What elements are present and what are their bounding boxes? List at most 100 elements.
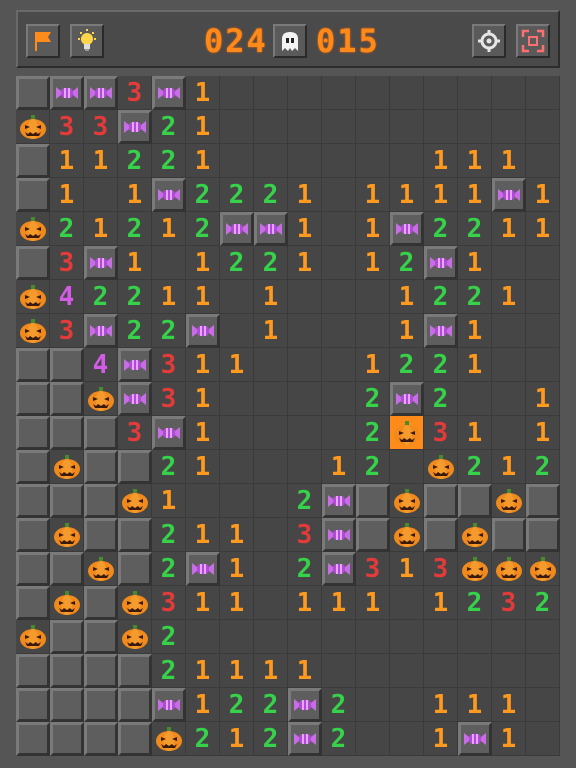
number-tile[interactable]: 1 xyxy=(152,280,186,314)
pumpkin-tile[interactable] xyxy=(16,314,50,348)
number-tile[interactable]: 2 xyxy=(424,382,458,416)
empty-tile[interactable] xyxy=(526,110,560,144)
fullscreen-button[interactable] xyxy=(516,24,550,58)
empty-tile[interactable] xyxy=(492,416,526,450)
number-tile[interactable]: 1 xyxy=(186,280,220,314)
empty-tile[interactable] xyxy=(390,688,424,722)
number-tile[interactable]: 1 xyxy=(186,518,220,552)
empty-tile[interactable] xyxy=(288,144,322,178)
number-tile[interactable]: 1 xyxy=(458,416,492,450)
empty-tile[interactable] xyxy=(356,654,390,688)
number-tile[interactable]: 1 xyxy=(254,654,288,688)
empty-tile[interactable] xyxy=(288,416,322,450)
covered-tile[interactable] xyxy=(118,450,152,484)
number-tile[interactable]: 2 xyxy=(152,552,186,586)
covered-tile[interactable] xyxy=(16,484,50,518)
number-tile[interactable]: 3 xyxy=(152,348,186,382)
number-tile[interactable]: 3 xyxy=(50,110,84,144)
pumpkin-tile[interactable] xyxy=(16,620,50,654)
empty-tile[interactable] xyxy=(220,484,254,518)
empty-tile[interactable] xyxy=(254,484,288,518)
number-tile[interactable]: 2 xyxy=(390,246,424,280)
empty-tile[interactable] xyxy=(526,314,560,348)
empty-tile[interactable] xyxy=(254,620,288,654)
number-tile[interactable]: 2 xyxy=(526,586,560,620)
empty-tile[interactable] xyxy=(254,552,288,586)
covered-tile[interactable] xyxy=(50,722,84,756)
empty-tile[interactable] xyxy=(322,212,356,246)
number-tile[interactable]: 1 xyxy=(390,280,424,314)
empty-tile[interactable] xyxy=(492,620,526,654)
number-tile[interactable]: 2 xyxy=(424,280,458,314)
number-tile[interactable]: 3 xyxy=(152,382,186,416)
covered-tile[interactable] xyxy=(458,484,492,518)
number-tile[interactable]: 1 xyxy=(356,348,390,382)
number-tile[interactable]: 1 xyxy=(356,178,390,212)
candy-flag-tile[interactable] xyxy=(186,314,220,348)
number-tile[interactable]: 1 xyxy=(526,212,560,246)
number-tile[interactable]: 1 xyxy=(186,246,220,280)
number-tile[interactable]: 2 xyxy=(356,416,390,450)
empty-tile[interactable] xyxy=(356,314,390,348)
candy-flag-tile[interactable] xyxy=(152,416,186,450)
candy-flag-tile[interactable] xyxy=(390,382,424,416)
candy-flag-tile[interactable] xyxy=(322,518,356,552)
pumpkin-tile[interactable] xyxy=(84,552,118,586)
candy-flag-tile[interactable] xyxy=(152,688,186,722)
pumpkin-tile[interactable] xyxy=(16,110,50,144)
pumpkin-tile[interactable] xyxy=(84,382,118,416)
empty-tile[interactable] xyxy=(322,110,356,144)
number-tile[interactable]: 1 xyxy=(424,586,458,620)
number-tile[interactable]: 2 xyxy=(186,722,220,756)
covered-tile[interactable] xyxy=(50,382,84,416)
covered-tile[interactable] xyxy=(424,518,458,552)
covered-tile[interactable] xyxy=(118,518,152,552)
number-tile[interactable]: 1 xyxy=(526,382,560,416)
number-tile[interactable]: 1 xyxy=(186,654,220,688)
empty-tile[interactable] xyxy=(254,450,288,484)
number-tile[interactable]: 2 xyxy=(152,620,186,654)
number-tile[interactable]: 1 xyxy=(492,688,526,722)
empty-tile[interactable] xyxy=(492,246,526,280)
settings-button[interactable] xyxy=(472,24,506,58)
covered-tile[interactable] xyxy=(84,586,118,620)
pumpkin-tile[interactable] xyxy=(16,280,50,314)
candy-flag-tile[interactable] xyxy=(492,178,526,212)
number-tile[interactable]: 2 xyxy=(288,552,322,586)
candy-flag-tile[interactable] xyxy=(118,382,152,416)
empty-tile[interactable] xyxy=(220,314,254,348)
number-tile[interactable]: 1 xyxy=(492,144,526,178)
empty-tile[interactable] xyxy=(254,76,288,110)
empty-tile[interactable] xyxy=(322,76,356,110)
number-tile[interactable]: 2 xyxy=(254,246,288,280)
candy-flag-tile[interactable] xyxy=(118,110,152,144)
covered-tile[interactable] xyxy=(84,722,118,756)
covered-tile[interactable] xyxy=(50,416,84,450)
number-tile[interactable]: 1 xyxy=(424,144,458,178)
number-tile[interactable]: 1 xyxy=(186,586,220,620)
number-tile[interactable]: 1 xyxy=(186,416,220,450)
empty-tile[interactable] xyxy=(492,110,526,144)
number-tile[interactable]: 1 xyxy=(186,382,220,416)
number-tile[interactable]: 1 xyxy=(424,178,458,212)
empty-tile[interactable] xyxy=(322,654,356,688)
number-tile[interactable]: 1 xyxy=(254,280,288,314)
covered-tile[interactable] xyxy=(50,654,84,688)
number-tile[interactable]: 1 xyxy=(458,314,492,348)
number-tile[interactable]: 1 xyxy=(118,178,152,212)
number-tile[interactable]: 2 xyxy=(356,450,390,484)
number-tile[interactable]: 2 xyxy=(186,178,220,212)
covered-tile[interactable] xyxy=(118,688,152,722)
empty-tile[interactable] xyxy=(254,110,288,144)
empty-tile[interactable] xyxy=(492,654,526,688)
empty-tile[interactable] xyxy=(492,382,526,416)
pumpkin-tile[interactable] xyxy=(390,484,424,518)
number-tile[interactable]: 2 xyxy=(186,212,220,246)
empty-tile[interactable] xyxy=(492,76,526,110)
number-tile[interactable]: 1 xyxy=(186,76,220,110)
pumpkin-tile[interactable] xyxy=(50,450,84,484)
number-tile[interactable]: 2 xyxy=(84,280,118,314)
pumpkin-tile[interactable] xyxy=(118,484,152,518)
number-tile[interactable]: 1 xyxy=(526,416,560,450)
number-tile[interactable]: 1 xyxy=(492,722,526,756)
